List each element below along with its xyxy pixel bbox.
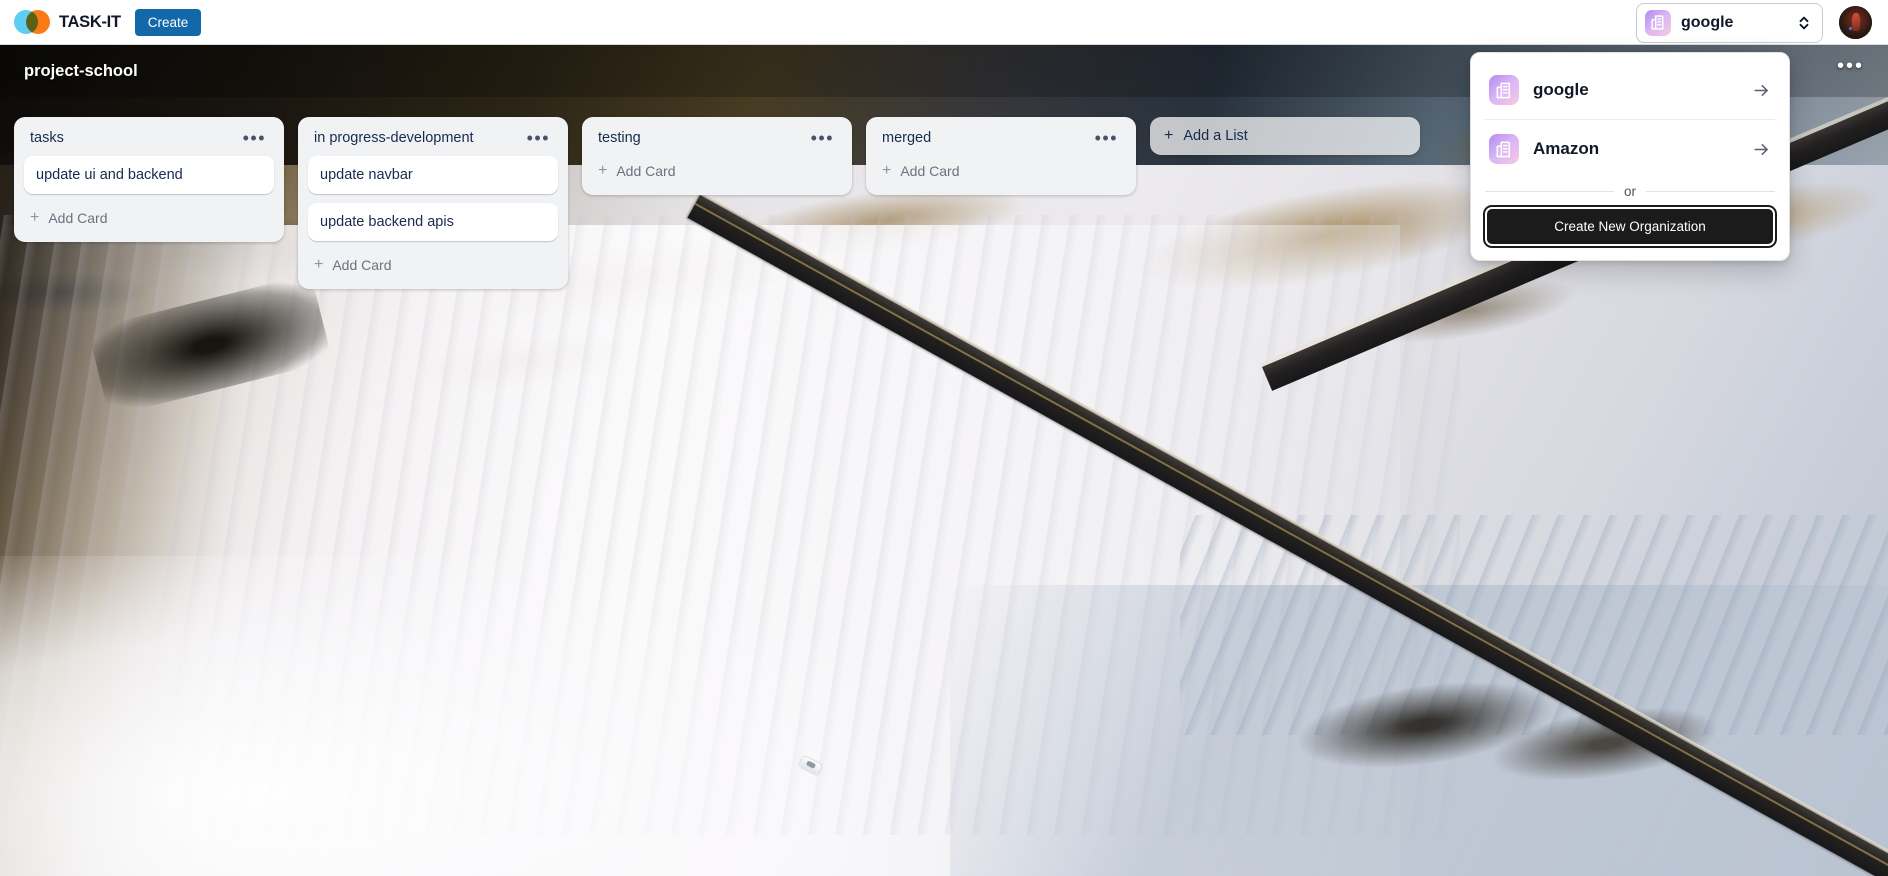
add-card-label: Add Card: [48, 210, 108, 226]
org-dropdown-item-label: Amazon: [1533, 139, 1600, 158]
app-root: TASK-IT Create google project-school •••…: [0, 0, 1888, 876]
or-divider: or: [1485, 184, 1776, 199]
org-dropdown-item-google[interactable]: google: [1485, 61, 1775, 119]
org-switcher-button[interactable]: google: [1636, 2, 1823, 43]
arrow-right-icon: [1752, 140, 1771, 159]
add-card-label: Add Card: [332, 257, 392, 273]
or-divider-label: or: [1624, 184, 1637, 199]
list-in-progress-development: in progress-development ••• update navba…: [298, 117, 568, 289]
list-header: in progress-development •••: [308, 126, 558, 156]
list-header: testing •••: [592, 126, 842, 156]
list-menu-ellipsis-icon[interactable]: •••: [1093, 129, 1120, 147]
plus-icon: +: [1164, 127, 1174, 144]
list-menu-ellipsis-icon[interactable]: •••: [809, 129, 836, 147]
list-header: merged •••: [876, 126, 1126, 156]
org-dropdown-item-amazon[interactable]: Amazon: [1485, 119, 1775, 178]
plus-icon: +: [598, 162, 608, 179]
add-card-label: Add Card: [900, 163, 960, 179]
list-title: tasks: [30, 130, 64, 146]
list-testing: testing ••• + Add Card: [582, 117, 852, 195]
plus-icon: +: [314, 256, 324, 273]
navbar-right-group: google: [1636, 0, 1888, 45]
add-card-button[interactable]: + Add Card: [876, 156, 1126, 189]
plus-icon: +: [30, 209, 40, 226]
card[interactable]: update backend apis: [308, 203, 558, 241]
add-card-button[interactable]: + Add Card: [308, 250, 558, 283]
two-overlapping-circles-logo-icon: [14, 10, 50, 34]
plus-icon: +: [882, 162, 892, 179]
create-new-organization-button[interactable]: Create New Organization: [1485, 207, 1775, 246]
chevron-up-down-icon: [1797, 14, 1811, 32]
card[interactable]: update ui and backend: [24, 156, 274, 194]
add-list-button[interactable]: + Add a List: [1150, 117, 1420, 155]
list-menu-ellipsis-icon[interactable]: •••: [241, 129, 268, 147]
board-title: project-school: [24, 61, 138, 80]
list-tasks: tasks ••• update ui and backend + Add Ca…: [14, 117, 284, 242]
list-merged: merged ••• + Add Card: [866, 117, 1136, 195]
building-icon: [1645, 9, 1671, 36]
create-button[interactable]: Create: [134, 8, 202, 36]
top-navbar: TASK-IT Create google: [0, 0, 1888, 45]
avatar[interactable]: [1839, 6, 1872, 39]
building-icon: [1489, 134, 1519, 164]
lists-container: tasks ••• update ui and backend + Add Ca…: [14, 117, 1420, 289]
building-icon: [1489, 75, 1519, 105]
brand-name: TASK-IT: [59, 12, 121, 31]
board-menu-ellipsis-icon[interactable]: •••: [1837, 56, 1864, 76]
org-switcher-dropdown: google Amazon or Create New Organization: [1470, 52, 1790, 261]
org-dropdown-item-label: google: [1533, 80, 1589, 99]
org-switcher-label: google: [1681, 13, 1734, 31]
add-card-label: Add Card: [616, 163, 676, 179]
list-header: tasks •••: [24, 126, 274, 156]
list-title: testing: [598, 130, 641, 146]
add-list-label: Add a List: [1183, 128, 1248, 144]
arrow-right-icon: [1752, 81, 1771, 100]
list-menu-ellipsis-icon[interactable]: •••: [525, 129, 552, 147]
list-title: in progress-development: [314, 130, 474, 146]
brand[interactable]: TASK-IT: [14, 10, 121, 34]
add-card-button[interactable]: + Add Card: [592, 156, 842, 189]
add-card-button[interactable]: + Add Card: [24, 203, 274, 236]
list-title: merged: [882, 130, 932, 146]
card[interactable]: update navbar: [308, 156, 558, 194]
